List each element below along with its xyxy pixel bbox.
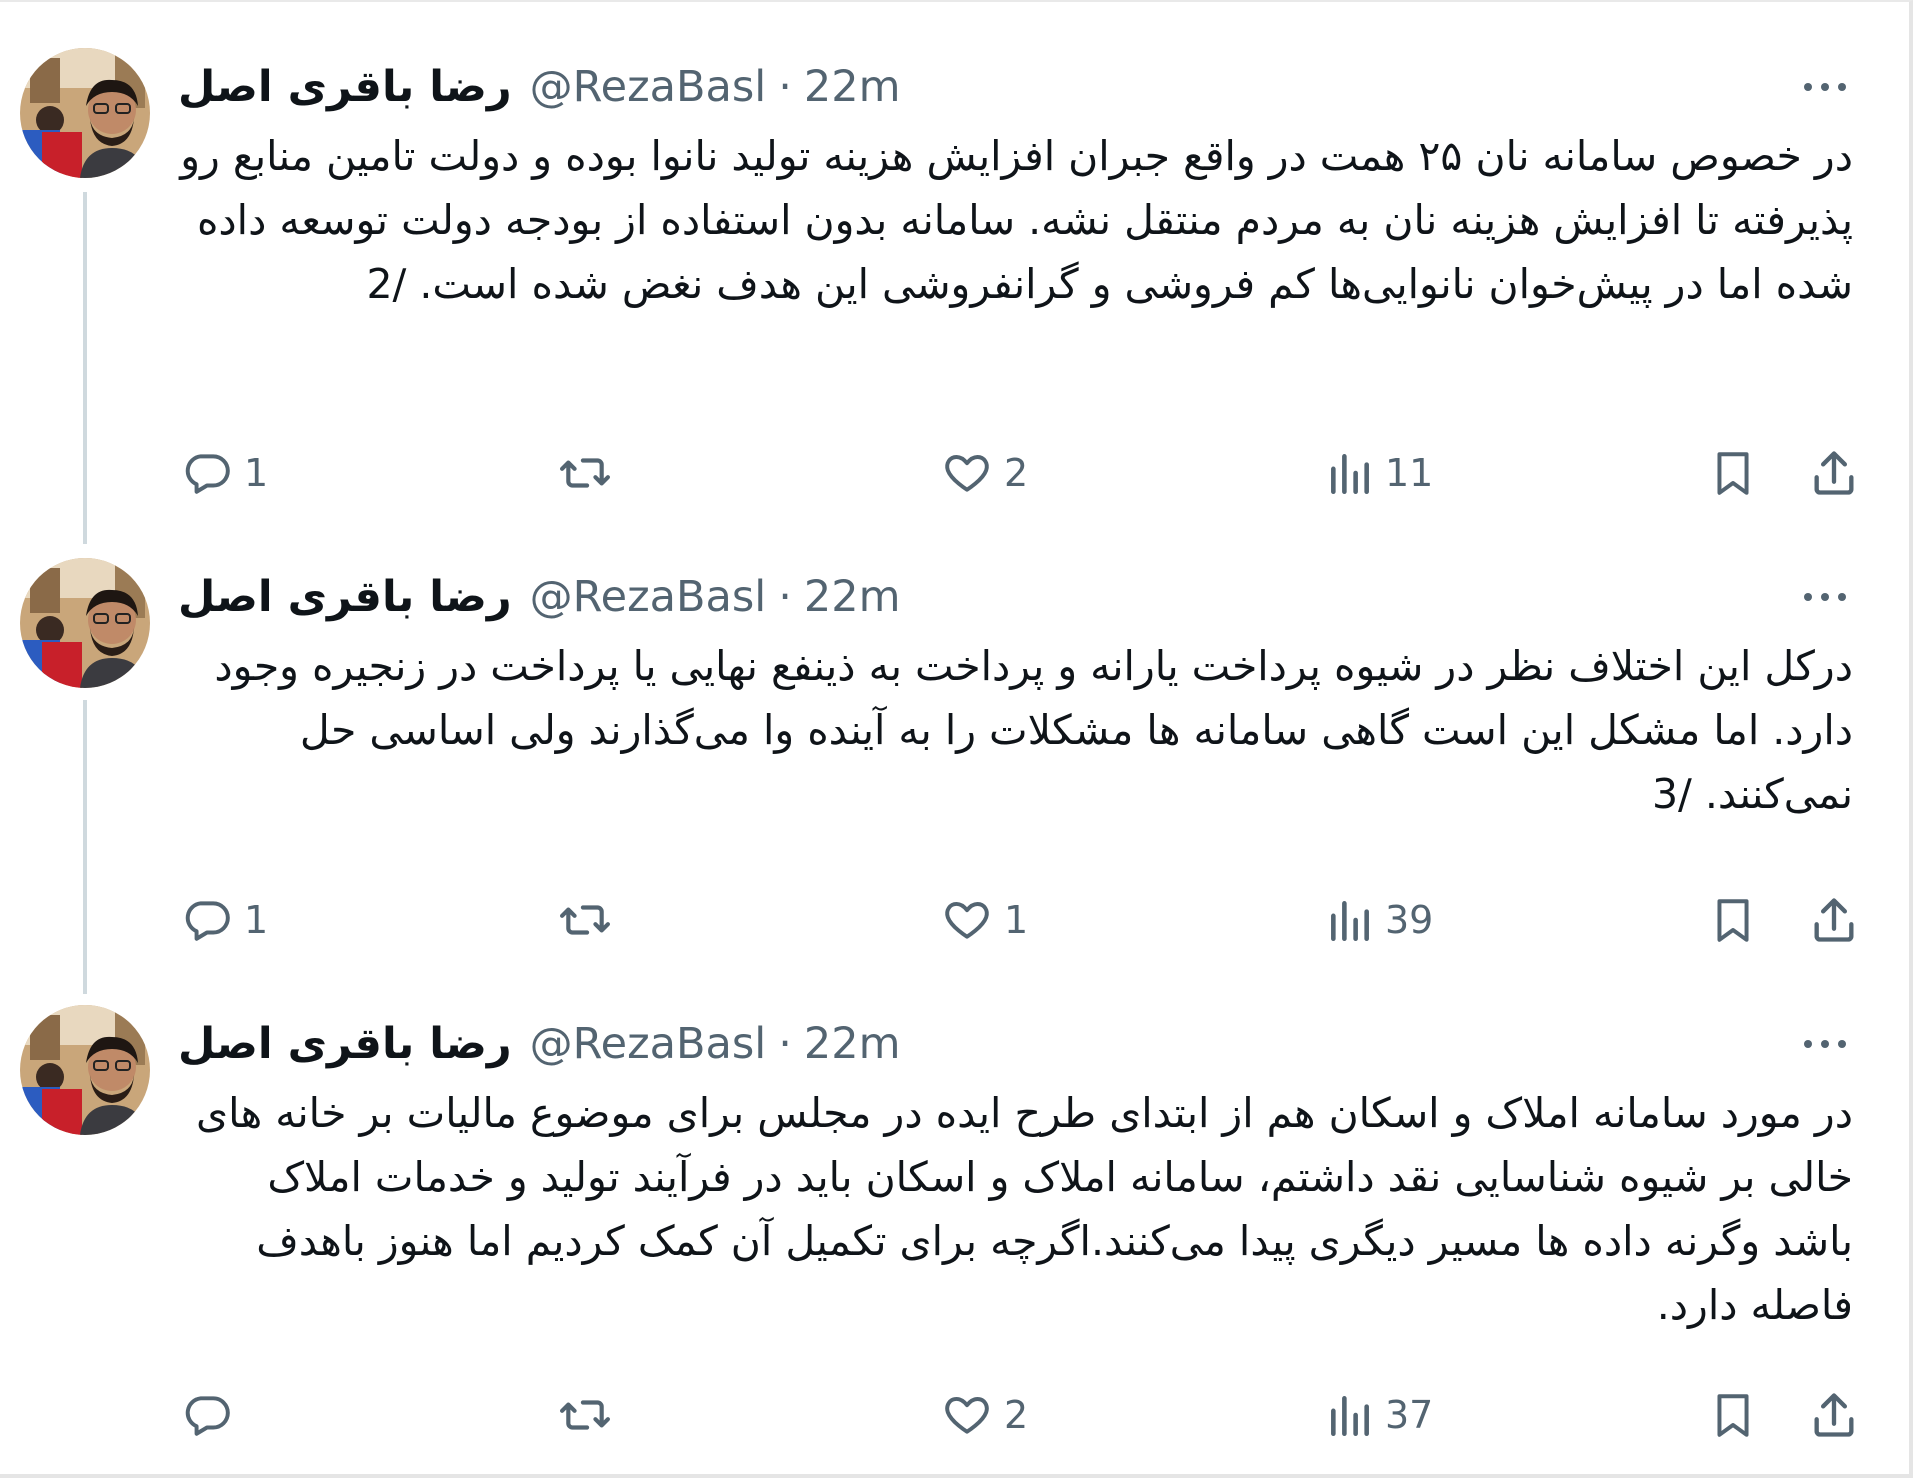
like-button[interactable]: 2 — [940, 1385, 1028, 1445]
views-count: 11 — [1385, 451, 1434, 495]
retweet-arrows-icon — [559, 905, 610, 935]
like-count: 1 — [1004, 898, 1029, 942]
like-button[interactable]: 1 — [940, 890, 1028, 950]
tweet-timestamp[interactable]: 22m — [804, 1019, 901, 1069]
reply-bubble-icon — [185, 901, 230, 941]
more-dots-icon — [1804, 593, 1846, 601]
share-button[interactable] — [1808, 890, 1860, 950]
reply-count: 1 — [244, 451, 269, 495]
avatar-image — [20, 1005, 150, 1135]
author-name[interactable]: رضا باقری اصل — [178, 1019, 512, 1069]
retweet-button[interactable] — [555, 1385, 625, 1445]
more-options-button[interactable] — [1800, 72, 1850, 102]
views-bar-chart-icon — [1331, 454, 1369, 495]
tweet[interactable]: رضا باقری اصل @RezaBasl · 22m در مورد سا… — [0, 1005, 1908, 1465]
header-separator: · — [778, 572, 792, 622]
tweet-text: در خصوص سامانه نان ۲۵ همت در واقع جبران … — [180, 132, 1853, 308]
tweet-header: رضا باقری اصل @RezaBasl · 22m — [178, 52, 900, 122]
tweet-timestamp[interactable]: 22m — [804, 62, 901, 112]
reply-button[interactable] — [180, 1385, 244, 1445]
reply-bubble-icon — [185, 1396, 230, 1436]
like-button[interactable]: 2 — [940, 443, 1028, 503]
reply-bubble-icon — [185, 454, 230, 494]
retweet-button[interactable] — [555, 890, 625, 950]
tweet-actions: 1 2 11 — [0, 443, 1908, 503]
retweet-arrows-icon — [559, 1400, 610, 1430]
header-separator: · — [778, 62, 792, 112]
reply-button[interactable]: 1 — [180, 890, 268, 950]
bookmark-button[interactable] — [1708, 890, 1758, 950]
tweet-actions: 2 37 — [0, 1385, 1908, 1445]
bookmark-icon — [1717, 899, 1749, 942]
bookmark-button[interactable] — [1708, 1385, 1758, 1445]
tweet[interactable]: رضا باقری اصل @RezaBasl · 22m در خصوص سا… — [0, 48, 1908, 528]
heart-icon — [945, 1396, 989, 1434]
reply-button[interactable]: 1 — [180, 443, 268, 503]
author-name[interactable]: رضا باقری اصل — [178, 572, 512, 622]
views-bar-chart-icon — [1331, 901, 1369, 942]
bookmark-icon — [1717, 452, 1749, 495]
heart-icon — [945, 454, 989, 492]
views-button[interactable]: 37 — [1325, 1385, 1433, 1445]
heart-icon — [945, 901, 989, 939]
author-handle[interactable]: @RezaBasl — [530, 1019, 767, 1069]
views-button[interactable]: 11 — [1325, 443, 1433, 503]
retweet-arrows-icon — [559, 458, 610, 488]
more-options-button[interactable] — [1800, 1029, 1850, 1059]
author-handle[interactable]: @RezaBasl — [530, 62, 767, 112]
views-button[interactable]: 39 — [1325, 890, 1433, 950]
share-button[interactable] — [1808, 1385, 1860, 1445]
views-bar-chart-icon — [1331, 1396, 1369, 1437]
tweet-actions: 1 1 39 — [0, 890, 1908, 950]
share-button[interactable] — [1808, 443, 1860, 503]
avatar[interactable] — [20, 558, 150, 688]
more-dots-icon — [1804, 83, 1846, 91]
more-dots-icon — [1804, 1040, 1846, 1048]
avatar[interactable] — [20, 1005, 150, 1135]
like-count: 2 — [1004, 1393, 1029, 1437]
tweet[interactable]: رضا باقری اصل @RezaBasl · 22m درکل این ا… — [0, 558, 1908, 978]
bookmark-button[interactable] — [1708, 443, 1758, 503]
share-upload-icon — [1814, 451, 1854, 495]
views-count: 37 — [1385, 1393, 1434, 1437]
avatar[interactable] — [20, 48, 150, 178]
tweet-text: درکل این اختلاف نظر در شیوه پرداخت یاران… — [214, 642, 1853, 818]
more-options-button[interactable] — [1800, 582, 1850, 612]
avatar-image — [20, 48, 150, 178]
like-count: 2 — [1004, 451, 1029, 495]
views-count: 39 — [1385, 898, 1434, 942]
retweet-button[interactable] — [555, 443, 625, 503]
header-separator: · — [778, 1019, 792, 1069]
tweet-timestamp[interactable]: 22m — [804, 572, 901, 622]
author-handle[interactable]: @RezaBasl — [530, 572, 767, 622]
avatar-image — [20, 558, 150, 688]
tweet-header: رضا باقری اصل @RezaBasl · 22m — [178, 562, 900, 632]
tweet-text: در مورد سامانه املاک و اسکان هم از ابتدا… — [196, 1089, 1853, 1329]
bookmark-icon — [1717, 1394, 1749, 1437]
share-upload-icon — [1814, 1393, 1854, 1437]
share-upload-icon — [1814, 898, 1854, 942]
reply-count: 1 — [244, 898, 269, 942]
tweet-header: رضا باقری اصل @RezaBasl · 22m — [178, 1009, 900, 1079]
author-name[interactable]: رضا باقری اصل — [178, 62, 512, 112]
